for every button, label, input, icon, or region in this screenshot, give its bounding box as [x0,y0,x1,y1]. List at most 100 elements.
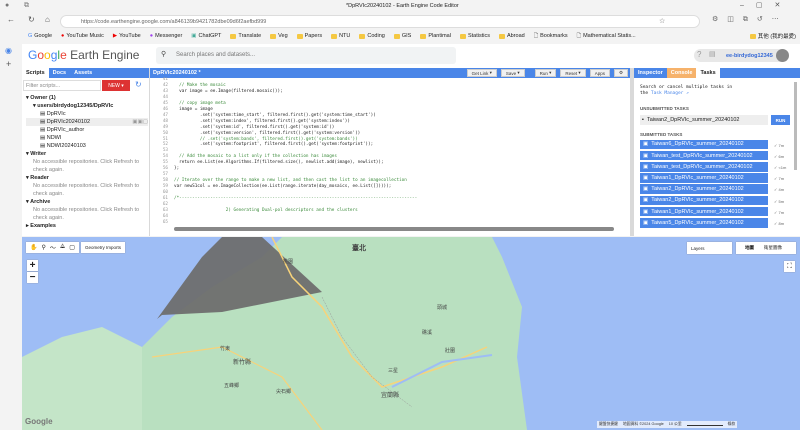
back-icon[interactable]: ← [7,15,15,24]
task-item[interactable]: ▣ Taiwan1_DpRVIc_summer_20240102 [640,173,768,183]
map-type-map[interactable]: 地圖 [745,245,754,251]
task-item[interactable]: ▣ Taiwan_test_DpRVIc_summer_20240102 [640,150,768,161]
bookmark[interactable]: ● Messenger [150,33,183,39]
bookmark-folder[interactable]: Papers [296,33,322,39]
task-item[interactable]: ▣ Taiwan6_DpRVIc_summer_20240102 [640,139,768,150]
tab-inspector[interactable]: Inspector [634,68,667,78]
submitted-task[interactable]: ▣ Taiwan2_DpRVIc_summer_20240102 ✓ 4m [640,184,798,194]
reset-button[interactable]: Reset ▾ [560,69,586,77]
owner-group[interactable]: ▾ Owner (1) [26,94,148,102]
tab-docs[interactable]: Docs [49,68,70,78]
bookmark-folder[interactable]: Veg [270,33,288,39]
window-controls[interactable]: –▢✕ [740,1,792,9]
tab-console[interactable]: Console [666,68,697,78]
user-chip[interactable]: ? ▤ ee-birdydog12345 [694,49,789,62]
tab-actions-icon[interactable]: ⧉ [24,2,29,10]
submitted-task[interactable]: ▣ Taiwan5_DpRVIc_summer_20240102 ✓ 8m [640,218,798,228]
bookmark-folder[interactable]: Plantimal [420,33,451,39]
script-file-selected[interactable]: ▤ DpRVIc20240102 ▣▣▢ [26,118,148,126]
submitted-task[interactable]: ▣ Taiwan1_DpRVIc_summer_20240102 ✓ 7m [640,173,798,183]
map-type-satellite[interactable]: 衛星圖像 [764,245,782,251]
pan-hand-icon[interactable]: ✋ [30,244,37,251]
other-bookmarks[interactable]: 其他 (我的最愛) [749,32,796,40]
script-file[interactable]: ▤ DpRVIc_author [26,126,148,134]
feedback-icon[interactable]: ▤ [709,50,716,58]
run-task-button[interactable]: RUN [771,115,790,125]
submitted-task[interactable]: ▣ Taiwan1_DpRVIc_summer_20240102 ✓ 7m [640,206,798,217]
examples-group[interactable]: ▸ Examples [26,222,148,230]
geometry-imports-button[interactable]: Geometry Imports [81,242,126,253]
fullscreen-icon[interactable]: ⛶ [784,261,795,272]
keyboard-shortcuts-link[interactable]: 鍵盤快捷鍵 [599,422,618,427]
run-button[interactable]: Run ▾ [534,69,557,77]
gee-tab-icon[interactable]: ◉ [5,46,12,55]
tab-scripts[interactable]: Scripts [22,68,49,78]
writer-group[interactable]: ▾ Writer [26,150,148,158]
help-icon[interactable]: ? [697,50,701,59]
bookmark[interactable]: 🗋 Bookmarks [534,32,568,41]
submitted-task[interactable]: ▣ Taiwan_test_DpRVIc_summer_20240102 ✓ <1m [640,162,798,172]
zoom-in-button[interactable]: + [27,260,38,271]
bookmark-folder[interactable]: Translate [230,33,261,39]
code-line[interactable]: 65 [150,220,628,226]
tab-assets[interactable]: Assets [70,68,96,78]
bookmark-folder[interactable]: Coding [359,33,385,39]
repo[interactable]: ▾ users/birdydog12345/DpRVIc [26,102,148,110]
script-file[interactable]: ▤ NDWI20240103 [26,142,148,150]
tab-tasks[interactable]: Tasks [696,68,720,78]
avatar[interactable] [776,49,789,62]
submitted-task[interactable]: ▣ Taiwan_test_DpRVIc_summer_20240102 ✓ 6m [640,150,798,161]
task-item[interactable]: ▣ Taiwan2_DpRVIc_summer_20240102 [640,184,768,194]
user-name[interactable]: ee-birdydog12345 [726,53,773,59]
archive-group[interactable]: ▾ Archive [26,198,148,206]
add-icon[interactable]: + [6,59,11,69]
bookmark-folder[interactable]: NTU [331,33,350,39]
terms-link[interactable]: 條款 [728,422,736,427]
task-item[interactable]: ▣ Taiwan_test_DpRVIc_summer_20240102 [640,162,768,172]
script-file[interactable]: ▤ DpRVIc [26,110,148,118]
reader-group[interactable]: ▾ Reader [26,174,148,182]
bookmark[interactable]: ▣ ChatGPT [191,33,221,39]
task-item[interactable]: ▣ Taiwan5_DpRVIc_summer_20240102 [640,218,768,228]
browser-toolbar-icons[interactable]: ⚙◫⧉↺⋯ [712,15,788,24]
map[interactable]: 臺北 桃園 新竹縣 宜蘭縣 三星 礁溪 頭城 壯圍 五峰鄉 尖石鄉 竹東 ✋ ⚲ 〜… [22,237,800,430]
marker-icon[interactable]: ⚲ [41,244,45,251]
new-button[interactable]: NEW ▾ [102,80,130,91]
layers-button[interactable]: Layers [687,242,732,254]
favorite-star-icon[interactable]: ☆ [659,17,665,25]
save-button[interactable]: Save ▾ [500,69,525,77]
code-area[interactable]: 41 42 // Make the mosaic 43 var image = ee… [150,77,628,227]
bookmark-folder[interactable]: GIS [393,33,411,39]
get-link-button[interactable]: Get Link ▾ [466,69,497,77]
profile-icon[interactable]: ● [5,2,9,9]
filter-scripts-input[interactable]: Filter scripts... [23,80,101,91]
url-bar[interactable]: https://code.earthengine.google.com/a846… [60,15,700,28]
search-input[interactable]: ⚲ Search places and datasets... [156,47,456,64]
task-item[interactable]: ▣ Taiwan2_DpRVIc_summer_20240102 [640,195,768,206]
bookmark[interactable]: G Google [28,33,52,39]
refresh-icon[interactable]: ↻ [135,80,142,89]
script-file[interactable]: ▤ NDWI [26,134,148,142]
unsubmitted-task[interactable]: ▪ Taiwan2_DpRVIc_summer_20240102 [640,115,768,125]
line-icon[interactable]: 〜 [50,243,56,252]
submitted-task[interactable]: ▣ Taiwan2_DpRVIc_summer_20240102 ✓ 5m [640,195,798,206]
file-actions-icon[interactable]: ▣▣▢ [132,118,148,126]
polygon-icon[interactable]: ⟁ [60,244,65,251]
bookmark[interactable]: ▶ YouTube [113,33,141,39]
vertical-scrollbar[interactable] [794,82,797,170]
home-icon[interactable]: ⌂ [45,15,50,24]
refresh-icon[interactable]: ↻ [28,15,35,24]
bookmark[interactable]: 🗋 Mathematical Statis... [577,32,636,41]
url-text[interactable]: https://code.earthengine.google.com/a846… [81,19,266,25]
task-manager-link[interactable]: Task Manager [651,91,684,96]
apps-button[interactable]: Apps [589,69,610,77]
bookmark-folder[interactable]: Abroad [498,33,525,39]
horizontal-scrollbar[interactable] [174,227,614,231]
submitted-task[interactable]: ▣ Taiwan6_DpRVIc_summer_20240102 ✓ 7m [640,139,798,150]
rectangle-icon[interactable]: ▢ [69,244,75,251]
zoom-out-button[interactable]: − [27,272,38,283]
bookmark-folder[interactable]: Statistics [459,33,490,39]
task-item[interactable]: ▣ Taiwan1_DpRVIc_summer_20240102 [640,206,768,217]
bookmark[interactable]: ● YouTube Music [61,33,104,39]
settings-gear-icon[interactable]: ⚙ [613,69,628,77]
